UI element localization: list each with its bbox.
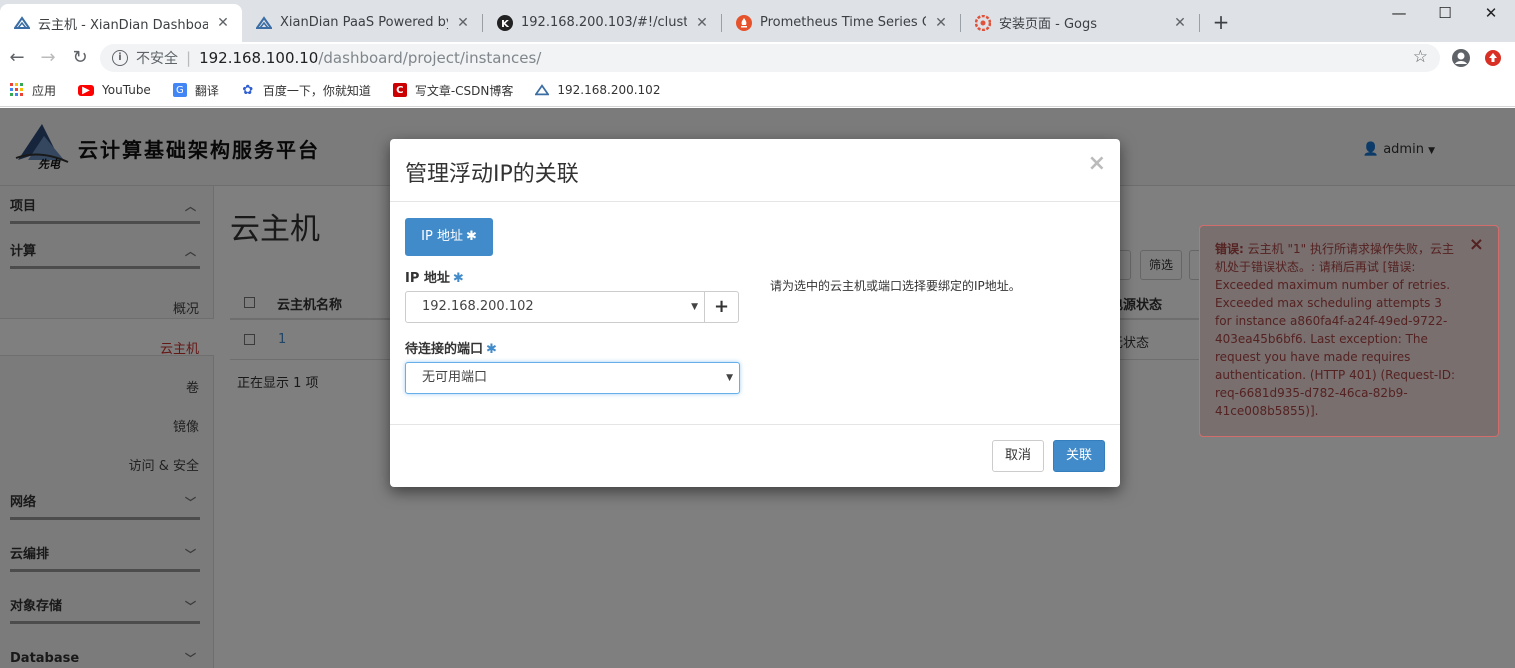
error-message: 云主机 "1" 执行所请求操作失败，云主机处于错误状态。: 请稍后再试 [错误:… [1215, 242, 1456, 418]
url-host: 192.168.100.10 [199, 49, 319, 67]
youtube-icon: ▶ [78, 84, 95, 96]
info-icon[interactable]: i [112, 50, 128, 66]
bookmark-youtube[interactable]: ▶ YouTube [78, 83, 151, 97]
insecure-label: 不安全 [136, 51, 178, 67]
apps-grid-icon [10, 83, 24, 97]
cancel-button[interactable]: 取消 [992, 440, 1044, 472]
help-text: 请为选中的云主机或端口选择要绑定的IP地址。 [770, 279, 1021, 293]
bookmark-label: 写文章-CSDN博客 [414, 83, 514, 98]
xiandian-icon [256, 15, 272, 31]
ip-address-select[interactable]: 192.168.200.102 ▼ [405, 291, 705, 323]
tab-xiandian-dashboard[interactable]: 云主机 - XianDian Dashboard ✕ [0, 4, 242, 42]
ip-address-label: IP 地址 ✱ [405, 271, 464, 286]
tab-title: Prometheus Time Series Collec [760, 15, 926, 30]
required-icon: ✱ [465, 229, 477, 244]
bookmark-translate[interactable]: G 翻译 [172, 82, 219, 99]
bookmark-label: 应用 [32, 83, 57, 98]
tab-ip-address[interactable]: IP 地址 ✱ [405, 218, 493, 256]
close-icon[interactable]: ✕ [454, 14, 472, 32]
forward-icon[interactable]: → [34, 44, 62, 72]
port-label: 待连接的端口 ✱ [405, 342, 497, 357]
baidu-icon: ✿ [242, 82, 254, 98]
close-icon[interactable]: ✕ [932, 14, 950, 32]
close-icon[interactable]: ✕ [1171, 14, 1189, 32]
csdn-icon: C [392, 83, 407, 97]
browser-toolbar: ← → ↻ i 不安全 | 192.168.100.10 /dashboard/… [0, 42, 1515, 74]
reload-icon[interactable]: ↻ [66, 44, 94, 72]
tab-xiandian-paas[interactable]: XianDian PaaS Powered by Ra ✕ [242, 6, 482, 39]
required-icon: ✱ [486, 342, 497, 357]
bookmark-baidu[interactable]: ✿ 百度一下，你就知道 [241, 82, 371, 99]
bookmark-label: YouTube [102, 83, 151, 97]
svg-text:K: K [501, 19, 510, 30]
tab-separator [1199, 14, 1200, 32]
new-tab-button[interactable]: + [1208, 10, 1234, 36]
bookmark-star-icon[interactable]: ☆ [1413, 47, 1428, 67]
update-icon[interactable] [1483, 48, 1503, 68]
tab-strip: 云主机 - XianDian Dashboard ✕ XianDian PaaS… [0, 0, 1515, 42]
back-icon[interactable]: ← [3, 44, 31, 72]
tab-prometheus[interactable]: Prometheus Time Series Collec ✕ [722, 6, 960, 39]
prometheus-icon [736, 14, 752, 31]
bookmark-label: 翻译 [194, 83, 219, 98]
required-icon: ✱ [452, 271, 464, 286]
tab-title: 安装页面 - Gogs [999, 17, 1098, 32]
tab-cluster[interactable]: K 192.168.200.103/#!/cluster ✕ [483, 6, 721, 39]
caret-down-icon: ▼ [726, 373, 733, 383]
translate-icon: G [172, 83, 187, 97]
tab-gogs[interactable]: 安装页面 - Gogs ✕ [961, 6, 1199, 39]
profile-icon[interactable] [1451, 48, 1471, 68]
xiandian-icon [535, 83, 550, 97]
tab-title: 192.168.200.103/#!/cluster [521, 15, 687, 30]
modal-header: 管理浮动IP的关联 × [390, 139, 1120, 202]
port-select[interactable]: 无可用端口 ▼ [405, 362, 740, 394]
url-path: /dashboard/project/instances/ [318, 49, 542, 67]
url-divider: | [186, 49, 192, 67]
add-ip-button[interactable]: + [704, 291, 739, 323]
modal-title: 管理浮动IP的关联 [405, 162, 579, 187]
close-icon[interactable]: ✕ [693, 14, 711, 32]
associate-floating-ip-modal: 管理浮动IP的关联 × IP 地址 ✱ IP 地址 ✱ 192.168.200.10… [390, 139, 1120, 487]
bookmark-csdn[interactable]: C 写文章-CSDN博客 [392, 82, 514, 99]
maximize-icon[interactable]: ☐ [1422, 0, 1468, 30]
tab-title: 云主机 - XianDian Dashboard [38, 17, 208, 33]
bookmarks-bar: 应用 ▶ YouTube G 翻译 ✿ 百度一下，你就知道 C 写文章-CSDN… [0, 74, 1515, 107]
bookmark-label: 192.168.200.102 [557, 83, 661, 97]
caret-down-icon: ▼ [691, 302, 698, 312]
minimize-icon[interactable]: — [1376, 0, 1422, 30]
k-icon: K [497, 14, 513, 31]
close-icon[interactable]: × [1088, 151, 1106, 176]
address-bar[interactable]: i 不安全 | 192.168.100.10 /dashboard/projec… [100, 44, 1440, 72]
associate-button[interactable]: 关联 [1053, 440, 1105, 472]
bookmark-label: 百度一下，你就知道 [262, 83, 371, 98]
bookmark-xiandian[interactable]: 192.168.200.102 [535, 83, 660, 97]
toast-close-icon[interactable]: × [1469, 236, 1484, 254]
tab-title: XianDian PaaS Powered by Ra [280, 15, 448, 30]
bookmark-apps[interactable]: 应用 [10, 82, 56, 99]
xiandian-icon [14, 15, 30, 31]
modal-footer: 取消 关联 [390, 424, 1120, 487]
error-label: 错误: [1215, 242, 1244, 256]
error-toast: 错误: 云主机 "1" 执行所请求操作失败，云主机处于错误状态。: 请稍后再试 … [1199, 225, 1499, 437]
close-icon[interactable]: ✕ [214, 14, 232, 32]
gogs-icon [975, 14, 991, 31]
window-close-icon[interactable]: ✕ [1468, 0, 1514, 30]
